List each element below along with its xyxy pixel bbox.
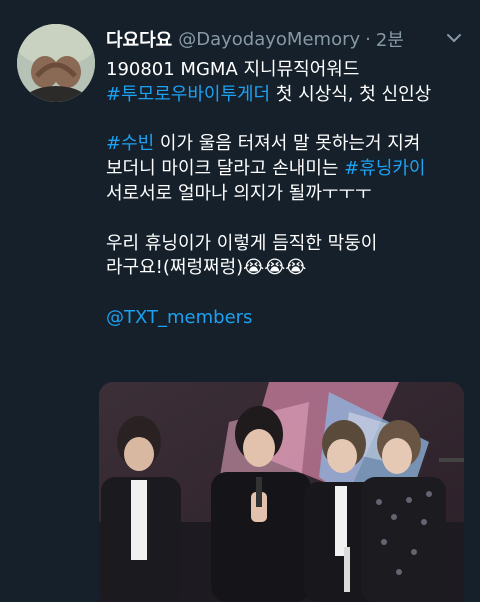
tweet-line: 서로서로 얼마나 의지가 될까ㅜㅜㅜ (106, 182, 466, 207)
tweet-text-segment: 첫 시상식, 첫 신인상 (270, 83, 432, 105)
separator-dot: · (365, 28, 371, 50)
line-break (106, 108, 466, 133)
tweet-header: 다요다요 @DayodayoMemory · 2분 (106, 26, 466, 52)
hashtag-link[interactable]: #휴닝카이 (344, 158, 425, 179)
avatar[interactable] (17, 24, 95, 102)
user-handle[interactable]: @DayodayoMemory (178, 29, 360, 50)
tweet-line: 우리 휴닝이가 이렇게 듬직한 막둥이 (106, 232, 466, 257)
tweet-text-segment: 서로서로 얼마나 의지가 될까ㅜㅜㅜ (106, 182, 372, 204)
mention-link[interactable]: @TXT_members (106, 307, 252, 328)
line-break (106, 281, 466, 306)
tweet-line: #투모로우바이투게더 첫 시상식, 첫 신인상 (106, 83, 466, 108)
hashtag-link[interactable]: #투모로우바이투게더 (106, 84, 270, 105)
tweet-text-segment: 라구요!(쩌렁쩌렁)😭😭😭 (106, 257, 307, 279)
tweet-line: 라구요!(쩌렁쩌렁)😭😭😭 (106, 256, 466, 281)
display-name[interactable]: 다요다요 (106, 26, 172, 52)
tweet-text-segment: 보더니 마이크 달라고 손내미는 (106, 158, 345, 180)
timestamp[interactable]: 2분 (376, 26, 404, 52)
tweet-photo[interactable] (99, 382, 464, 602)
tweet-text-segment: 190801 MGMA 지니뮤직어워드 (106, 59, 360, 80)
avatar-image (17, 24, 95, 102)
tweet-line: 190801 MGMA 지니뮤직어워드 (106, 58, 466, 83)
chevron-down-icon[interactable] (444, 28, 464, 48)
tweet-text-segment: 이가 울음 터져서 말 못하는거 지켜 (154, 133, 421, 155)
tweet-line: @TXT_members (106, 306, 466, 331)
tweet-text: 190801 MGMA 지니뮤직어워드 #투모로우바이투게더 첫 시상식, 첫 신… (106, 58, 466, 331)
tweet-line: #수빈 이가 울음 터져서 말 못하는거 지켜 (106, 132, 466, 157)
stage-photo-image (99, 382, 464, 602)
tweet: 다요다요 @DayodayoMemory · 2분 190801 MGMA 지니… (0, 0, 480, 602)
tweet-text-segment: 우리 휴닝이가 이렇게 듬직한 막둥이 (106, 232, 378, 254)
hashtag-link[interactable]: #수빈 (106, 133, 154, 154)
tweet-line: 보더니 마이크 달라고 손내미는 #휴닝카이 (106, 157, 466, 182)
line-break (106, 207, 466, 232)
